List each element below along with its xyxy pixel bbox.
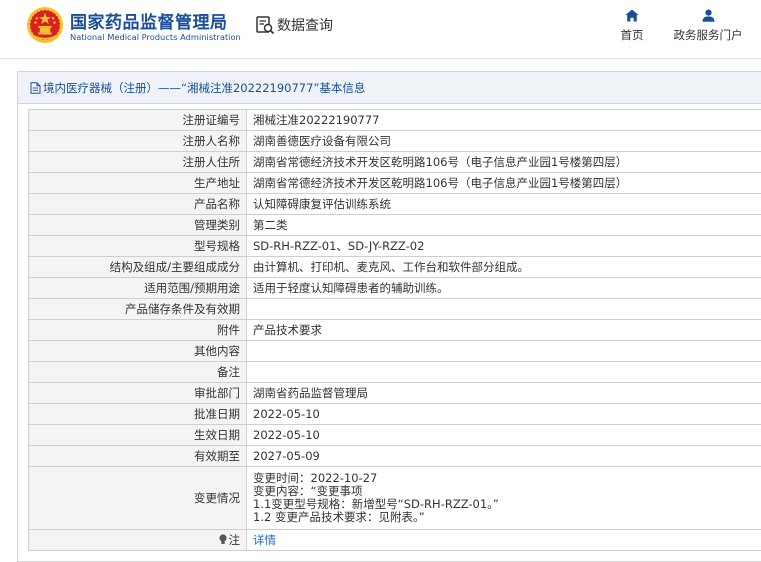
row-label: 有效期至 bbox=[28, 445, 247, 467]
national-emblem-icon[interactable] bbox=[26, 6, 64, 44]
table-row: 管理类别 第二类 bbox=[28, 214, 761, 236]
table-row: 产品储存条件及有效期 bbox=[28, 298, 761, 320]
table-row: 有效期至 2027-05-09 bbox=[28, 445, 761, 467]
row-value: 产品技术要求 bbox=[246, 319, 761, 341]
table-row: 其他内容 bbox=[28, 340, 761, 362]
panel-title-text: 境内医疗器械（注册）——“湘械注准20222190777”基本信息 bbox=[43, 80, 366, 95]
change-label: 变更情况 bbox=[28, 466, 247, 530]
row-label: 批准日期 bbox=[28, 403, 247, 425]
row-value: 2022-05-10 bbox=[246, 424, 761, 446]
row-value: 湘械注准20222190777 bbox=[246, 109, 761, 131]
row-label: 产品名称 bbox=[28, 193, 247, 215]
note-label: 注 bbox=[228, 533, 241, 547]
row-label: 注册人名称 bbox=[28, 130, 247, 152]
table-row-change: 变更情况 变更时间：2022-10-27 变更内容：“变更事项 1.1变更型号规格：新… bbox=[28, 466, 761, 530]
nav-gov-label: 政务服务门户 bbox=[673, 28, 743, 42]
row-value: 2022-05-10 bbox=[246, 403, 761, 425]
table-row: 结构及组成/主要组成成分 由计算机、打印机、麦克风、工作台和软件部分组成。 bbox=[28, 256, 761, 278]
row-label: 型号规格 bbox=[28, 235, 247, 257]
table-row: 产品名称 认知障碍康复评估训练系统 bbox=[28, 193, 761, 215]
data-query-label[interactable]: 数据查询 bbox=[277, 15, 333, 35]
nav-gov-portal[interactable]: 政务服务门户 bbox=[668, 9, 748, 43]
row-label: 审批部门 bbox=[28, 382, 247, 404]
row-value: 第二类 bbox=[246, 214, 761, 236]
row-value bbox=[246, 298, 761, 320]
table-row: 批准日期 2022-05-10 bbox=[28, 403, 761, 425]
table-row: 生产地址 湖南省常德经济技术开发区乾明路106号（电子信息产业园1号楼第四层） bbox=[28, 172, 761, 194]
row-value bbox=[246, 361, 761, 383]
table-row: 附件 产品技术要求 bbox=[28, 319, 761, 341]
lightbulb-icon bbox=[218, 534, 227, 544]
nav-home[interactable]: 首页 bbox=[612, 9, 652, 43]
note-label-cell: 注 bbox=[28, 529, 247, 551]
home-icon bbox=[625, 9, 639, 22]
row-label: 结构及组成/主要组成成分 bbox=[28, 256, 247, 278]
data-query-icon[interactable] bbox=[255, 15, 275, 35]
row-label: 管理类别 bbox=[28, 214, 247, 236]
table-row-note: 注详情 bbox=[28, 529, 761, 551]
table-row: 生效日期 2022-05-10 bbox=[28, 424, 761, 446]
row-value: 湖南省常德经济技术开发区乾明路106号（电子信息产业园1号楼第四层） bbox=[246, 151, 761, 173]
change-line: 1.2 变更产品技术要求：见附表。” bbox=[253, 510, 425, 524]
row-value: 认知障碍康复评估训练系统 bbox=[246, 193, 761, 215]
change-value: 变更时间：2022-10-27 变更内容：“变更事项 1.1变更型号规格：新增型号“… bbox=[246, 466, 761, 530]
site-title[interactable]: 国家药品监督管理局 bbox=[70, 8, 228, 33]
row-label: 产品储存条件及有效期 bbox=[28, 298, 247, 320]
row-value: 湖南善德医疗设备有限公司 bbox=[246, 130, 761, 152]
row-label: 附件 bbox=[28, 319, 247, 341]
table-row: 注册证编号 湘械注准20222190777 bbox=[28, 109, 761, 131]
table-row: 适用范围/预期用途 适用于轻度认知障碍患者的辅助训练。 bbox=[28, 277, 761, 299]
site-header: 国家药品监督管理局 National Medical Products Admi… bbox=[0, 0, 761, 56]
table-row: 注册人住所 湖南省常德经济技术开发区乾明路106号（电子信息产业园1号楼第四层） bbox=[28, 151, 761, 173]
table-row: 备注 bbox=[28, 361, 761, 383]
row-label: 其他内容 bbox=[28, 340, 247, 362]
row-value: 湖南省药品监督管理局 bbox=[246, 382, 761, 404]
panel-title: 境内医疗器械（注册）——“湘械注准20222190777”基本信息 bbox=[18, 72, 761, 104]
row-label: 注册证编号 bbox=[28, 109, 247, 131]
user-icon bbox=[702, 9, 714, 22]
row-label: 生效日期 bbox=[28, 424, 247, 446]
note-value: 详情 bbox=[246, 529, 761, 551]
detail-panel: 境内医疗器械（注册）——“湘械注准20222190777”基本信息 注册证编号湘… bbox=[17, 71, 761, 562]
row-label: 生产地址 bbox=[28, 172, 247, 194]
info-table: 注册证编号 湘械注准20222190777 注册人名称 湖南善德医疗设备有限公司 注册人… bbox=[28, 109, 761, 551]
row-value: 湖南省常德经济技术开发区乾明路106号（电子信息产业园1号楼第四层） bbox=[246, 172, 761, 194]
row-label: 适用范围/预期用途 bbox=[28, 277, 247, 299]
row-value: 2027-05-09 bbox=[246, 445, 761, 467]
row-label: 注册人住所 bbox=[28, 151, 247, 173]
table-row: 审批部门 湖南省药品监督管理局 bbox=[28, 382, 761, 404]
header-divider bbox=[0, 58, 761, 59]
row-value: 由计算机、打印机、麦克风、工作台和软件部分组成。 bbox=[246, 256, 761, 278]
site-subtitle[interactable]: National Medical Products Administration bbox=[70, 32, 241, 42]
row-value: 适用于轻度认知障碍患者的辅助训练。 bbox=[246, 277, 761, 299]
table-row: 型号规格 SD-RH-RZZ-01、SD-JY-RZZ-02 bbox=[28, 235, 761, 257]
nav-home-label: 首页 bbox=[620, 28, 644, 42]
document-icon bbox=[30, 81, 41, 94]
row-value bbox=[246, 340, 761, 362]
row-value: SD-RH-RZZ-01、SD-JY-RZZ-02 bbox=[246, 235, 761, 257]
row-label: 备注 bbox=[28, 361, 247, 383]
details-link[interactable]: 详情 bbox=[253, 533, 276, 547]
table-row: 注册人名称 湖南善德医疗设备有限公司 bbox=[28, 130, 761, 152]
